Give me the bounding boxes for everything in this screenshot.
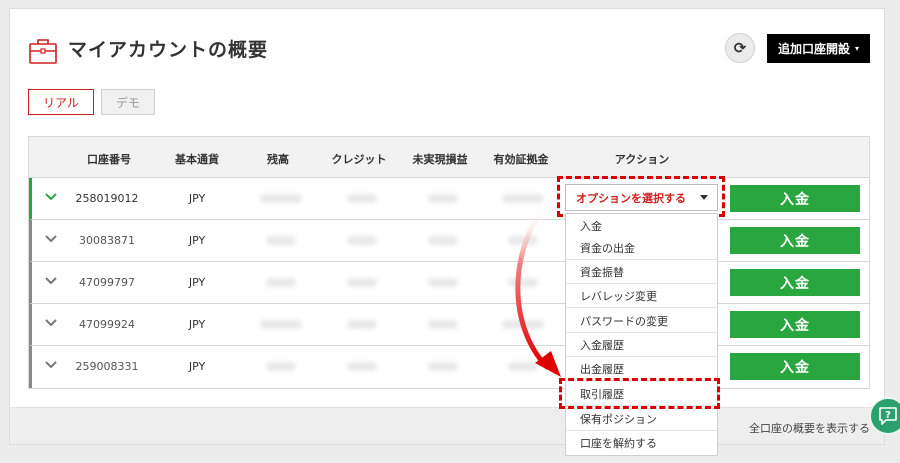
add-account-label: 追加口座開設 <box>777 42 850 56</box>
menu-item-open-positions[interactable]: 保有ポジション <box>566 407 717 431</box>
table-row: 30083871 JPY 入金 <box>29 220 869 262</box>
briefcase-icon <box>29 39 57 64</box>
account-number: 259008331 <box>75 360 139 373</box>
highlight-frame-select <box>557 176 725 217</box>
column-header: 口座番号 <box>87 153 131 166</box>
redacted-value <box>428 278 458 287</box>
redacted-value <box>266 362 296 371</box>
accounts-table: 口座番号 基本通貨 残高 クレジット 未実現損益 有効証拠金 アクション 258… <box>28 136 870 389</box>
menu-item-deposit[interactable]: 入金 <box>566 214 717 238</box>
svg-text:?: ? <box>885 410 891 421</box>
column-header: 未実現損益 <box>412 153 468 166</box>
account-number: 47099924 <box>79 318 135 331</box>
chevron-down-icon[interactable] <box>44 190 58 204</box>
highlight-frame-trade-history <box>559 378 720 409</box>
caret-down-icon: ▾ <box>855 44 860 53</box>
redacted-value <box>347 236 377 245</box>
account-number: 258019012 <box>75 192 139 205</box>
help-button[interactable]: ? <box>869 397 900 435</box>
deposit-button[interactable]: 入金 <box>730 269 860 296</box>
redacted-value <box>428 362 458 371</box>
column-header: 有効証拠金 <box>493 153 549 166</box>
base-currency: JPY <box>188 234 206 247</box>
add-account-button[interactable]: 追加口座開設 ▾ <box>767 34 870 63</box>
table-row: 259008331 JPY 入金 <box>29 346 869 388</box>
redacted-value <box>347 278 377 287</box>
chevron-down-icon[interactable] <box>44 274 58 288</box>
redacted-value <box>428 236 458 245</box>
table-row: 258019012 JPY 入金 <box>29 178 869 220</box>
menu-item-withdraw[interactable]: 資金の出金 <box>566 236 717 260</box>
menu-item-password[interactable]: パスワードの変更 <box>566 309 717 333</box>
redacted-value <box>347 320 377 329</box>
redacted-value <box>428 194 458 203</box>
account-number: 30083871 <box>79 234 135 247</box>
column-header: クレジット <box>331 153 387 166</box>
deposit-button[interactable]: 入金 <box>730 185 860 212</box>
column-header: 基本通貨 <box>175 153 219 166</box>
account-overview-card: マイアカウントの概要 ⟳ 追加口座開設 ▾ リアル デモ 口座番号 基本通貨 残… <box>9 8 885 445</box>
redacted-value <box>260 320 302 329</box>
tab-demo[interactable]: デモ <box>101 89 155 115</box>
chevron-down-icon[interactable] <box>44 358 58 372</box>
table-row: 47099797 JPY 入金 <box>29 262 869 304</box>
redacted-value <box>428 320 458 329</box>
base-currency: JPY <box>188 360 206 373</box>
action-dropdown-menu: 入金 資金の出金 資金振替 レバレッジ変更 パスワードの変更 入金履歴 出金履歴… <box>565 213 718 456</box>
deposit-button[interactable]: 入金 <box>730 227 860 254</box>
deposit-button[interactable]: 入金 <box>730 311 860 338</box>
refresh-button[interactable]: ⟳ <box>725 33 755 63</box>
chevron-down-icon[interactable] <box>44 316 58 330</box>
refresh-icon: ⟳ <box>733 39 747 57</box>
redacted-value <box>347 362 377 371</box>
card-footer: 全口座の概要を表示する <box>10 407 884 444</box>
redacted-value <box>266 236 296 245</box>
base-currency: JPY <box>188 318 206 331</box>
column-header: 残高 <box>267 153 289 166</box>
menu-item-leverage[interactable]: レバレッジ変更 <box>566 284 717 308</box>
menu-item-close-account[interactable]: 口座を解約する <box>566 431 717 455</box>
tab-real[interactable]: リアル <box>28 89 94 115</box>
redacted-value <box>266 278 296 287</box>
page-title: マイアカウントの概要 <box>68 39 269 61</box>
chevron-down-icon[interactable] <box>44 232 58 246</box>
base-currency: JPY <box>188 192 206 205</box>
column-header: アクション <box>614 153 670 166</box>
table-header: 口座番号 基本通貨 残高 クレジット 未実現損益 有効証拠金 アクション <box>29 137 869 178</box>
menu-item-deposit-history[interactable]: 入金履歴 <box>566 333 717 357</box>
table-row: 47099924 JPY 入金 <box>29 304 869 346</box>
redacted-value <box>502 194 544 203</box>
base-currency: JPY <box>188 276 206 289</box>
redacted-value <box>260 194 302 203</box>
account-number: 47099797 <box>79 276 135 289</box>
redacted-value <box>347 194 377 203</box>
help-icon: ? <box>879 407 897 425</box>
menu-item-transfer[interactable]: 資金振替 <box>566 260 717 284</box>
show-all-accounts-link[interactable]: 全口座の概要を表示する <box>749 420 870 436</box>
deposit-button[interactable]: 入金 <box>730 353 860 380</box>
